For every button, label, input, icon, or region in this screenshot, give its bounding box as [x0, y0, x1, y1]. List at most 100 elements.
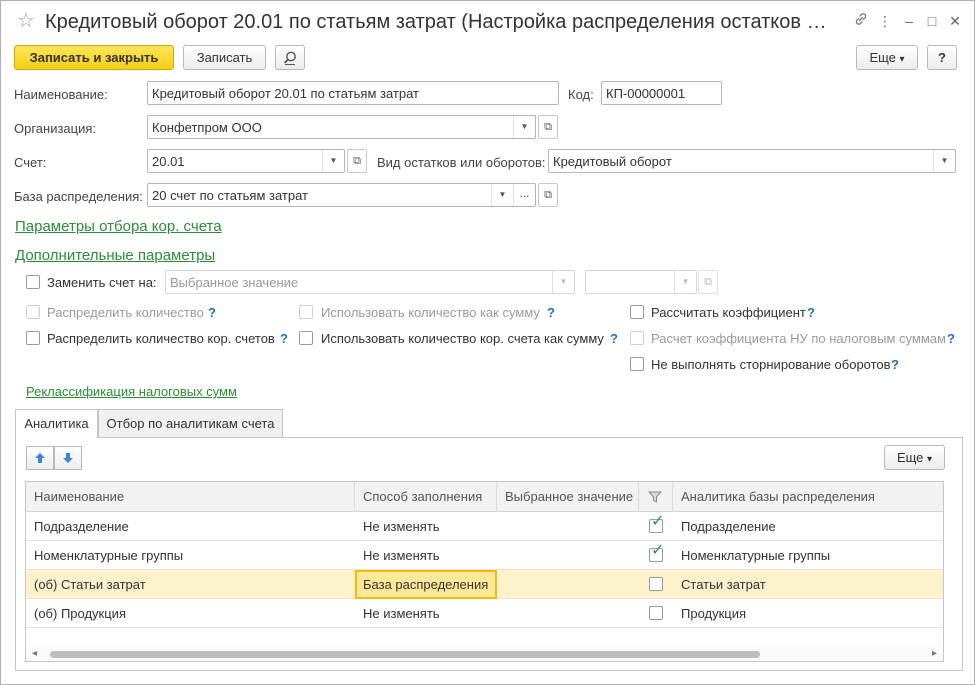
- cell-fill-method[interactable]: Не изменять: [355, 541, 440, 570]
- use-qty-corr-as-sum-checkbox[interactable]: [299, 331, 313, 345]
- code-label: Код:: [568, 87, 594, 102]
- help-icon[interactable]: ?: [547, 305, 555, 320]
- cell-selected-value[interactable]: [497, 512, 505, 541]
- move-down-button[interactable]: [54, 446, 82, 470]
- reclassification-link[interactable]: Реклассификация налоговых сумм: [26, 384, 237, 399]
- chevron-down-icon: ▾: [899, 54, 905, 65]
- more-vertical-icon[interactable]: ⋮: [875, 11, 895, 31]
- select-dots-button[interactable]: ...: [513, 184, 535, 206]
- cell-base-analytics: Номенклатурные группы: [681, 548, 831, 563]
- arrow-down-icon: [63, 453, 73, 463]
- cell-name: Подразделение: [34, 519, 129, 534]
- organization-value: Конфетпром ООО: [152, 120, 262, 135]
- account-field[interactable]: 20.01 ▼: [147, 149, 345, 173]
- organization-field[interactable]: Конфетпром ООО ▼: [147, 115, 536, 139]
- table-more-button[interactable]: Еще ▾: [884, 445, 945, 470]
- cell-selected-value[interactable]: [497, 599, 505, 628]
- help-button[interactable]: ?: [927, 45, 957, 70]
- cell-name: Номенклатурные группы: [34, 548, 184, 563]
- dropdown-arrow-icon[interactable]: ▼: [491, 184, 513, 206]
- filter-params-link[interactable]: Параметры отбора кор. счета: [15, 218, 222, 235]
- move-up-button[interactable]: [26, 446, 54, 470]
- column-header-fill-method[interactable]: Способ заполнения: [355, 482, 497, 512]
- calc-coef-nu-checkbox[interactable]: [630, 331, 644, 345]
- account-label: Счет:: [14, 155, 47, 170]
- replace-account-extra-field[interactable]: ▼: [585, 270, 697, 294]
- column-header-base-analytics[interactable]: Аналитика базы распределения: [673, 482, 943, 512]
- scroll-right-icon[interactable]: ▸: [932, 647, 937, 661]
- more-button[interactable]: Еще ▾: [856, 45, 918, 70]
- table-more-label: Еще: [896, 450, 924, 465]
- help-icon[interactable]: ?: [807, 305, 815, 320]
- settings-window: ☆ Кредитовый оборот 20.01 по статьям зат…: [0, 0, 975, 685]
- replace-account-label: Заменить счет на:: [47, 275, 157, 290]
- scroll-left-icon[interactable]: ◂: [32, 647, 37, 661]
- distribute-qty-corr-checkbox[interactable]: [26, 331, 40, 345]
- check-mark-icon: ✓: [651, 513, 665, 530]
- column-header-name[interactable]: Наименование: [26, 482, 355, 512]
- table-row[interactable]: Подразделение Не изменять ✓ Подразделени…: [26, 512, 943, 541]
- link-icon[interactable]: [851, 11, 871, 31]
- cell-name: (об) Статьи затрат: [34, 577, 146, 592]
- dropdown-arrow-icon[interactable]: ▼: [513, 116, 535, 138]
- row-checkbox[interactable]: [649, 606, 663, 620]
- dropdown-arrow-icon[interactable]: ▼: [552, 271, 574, 293]
- balance-kind-select[interactable]: Кредитовый оборот ▼: [548, 149, 956, 173]
- cell-base-analytics: Статьи затрат: [681, 577, 766, 592]
- tab-analytics[interactable]: Аналитика: [15, 409, 98, 438]
- cell-selected-value[interactable]: [497, 541, 505, 570]
- column-header-selected-value[interactable]: Выбранное значение: [497, 482, 639, 512]
- dropdown-arrow-icon[interactable]: ▼: [933, 150, 955, 172]
- table-row-selected[interactable]: (об) Статьи затрат База распределения Ст…: [26, 570, 943, 599]
- use-qty-as-sum-checkbox[interactable]: [299, 305, 313, 319]
- distribution-base-field[interactable]: 20 счет по статьям затрат ▼ ...: [147, 183, 536, 207]
- open-organization-icon[interactable]: ⧉: [538, 115, 558, 139]
- cell-name: (об) Продукция: [34, 606, 126, 621]
- replace-account-placeholder: Выбранное значение: [170, 275, 299, 290]
- search-button[interactable]: [275, 45, 305, 70]
- replace-account-checkbox[interactable]: [26, 275, 40, 289]
- help-icon[interactable]: ?: [947, 331, 955, 346]
- more-button-label: Еще: [869, 50, 896, 65]
- open-account-icon[interactable]: ⧉: [347, 149, 367, 173]
- dropdown-arrow-icon[interactable]: ▼: [674, 271, 696, 293]
- cell-fill-method[interactable]: Не изменять: [355, 599, 440, 628]
- help-icon[interactable]: ?: [610, 331, 618, 346]
- table-row[interactable]: Номенклатурные группы Не изменять ✓ Номе…: [26, 541, 943, 570]
- maximize-icon[interactable]: □: [922, 11, 942, 31]
- calc-coef-checkbox[interactable]: [630, 305, 644, 319]
- cell-base-analytics: Продукция: [681, 606, 747, 621]
- distribute-qty-label: Распределить количество: [47, 305, 204, 320]
- column-header-filter[interactable]: [639, 482, 673, 512]
- save-and-close-button[interactable]: Записать и закрыть: [14, 45, 174, 70]
- row-checkbox[interactable]: [649, 577, 663, 591]
- cell-fill-method[interactable]: База распределения: [355, 570, 497, 599]
- scrollbar-thumb[interactable]: [50, 651, 760, 658]
- help-icon[interactable]: ?: [891, 357, 899, 372]
- cell-selected-value[interactable]: [497, 570, 505, 599]
- help-icon[interactable]: ?: [280, 331, 288, 346]
- no-storno-checkbox[interactable]: [630, 357, 644, 371]
- favorite-star-icon[interactable]: ☆: [17, 10, 35, 32]
- code-field[interactable]: КП-00000001: [601, 81, 722, 105]
- save-button[interactable]: Записать: [183, 45, 266, 70]
- table-row[interactable]: (об) Продукция Не изменять Продукция: [26, 599, 943, 628]
- extra-params-link[interactable]: Дополнительные параметры: [15, 247, 215, 264]
- row-checkbox[interactable]: ✓: [649, 543, 664, 562]
- distribute-qty-checkbox[interactable]: [26, 305, 40, 319]
- dropdown-arrow-icon[interactable]: ▼: [322, 150, 344, 172]
- account-value: 20.01: [152, 154, 185, 169]
- replace-account-field[interactable]: Выбранное значение ▼: [165, 270, 575, 294]
- row-checkbox[interactable]: ✓: [649, 514, 664, 533]
- distribute-qty-corr-label: Распределить количество кор. счетов: [47, 331, 275, 346]
- horizontal-scrollbar[interactable]: ◂ ▸: [26, 647, 943, 661]
- tab-filter-by-analytics[interactable]: Отбор по аналитикам счета: [98, 409, 283, 437]
- cell-fill-method[interactable]: Не изменять: [355, 512, 440, 541]
- minimize-icon[interactable]: –: [899, 11, 919, 31]
- close-icon[interactable]: ✕: [945, 11, 965, 31]
- help-icon[interactable]: ?: [208, 305, 216, 320]
- name-field[interactable]: Кредитовый оборот 20.01 по статьям затра…: [147, 81, 559, 105]
- open-distribution-base-icon[interactable]: ⧉: [538, 183, 558, 207]
- organization-label: Организация:: [14, 121, 97, 136]
- open-replace-account-icon[interactable]: ⧉: [698, 270, 718, 294]
